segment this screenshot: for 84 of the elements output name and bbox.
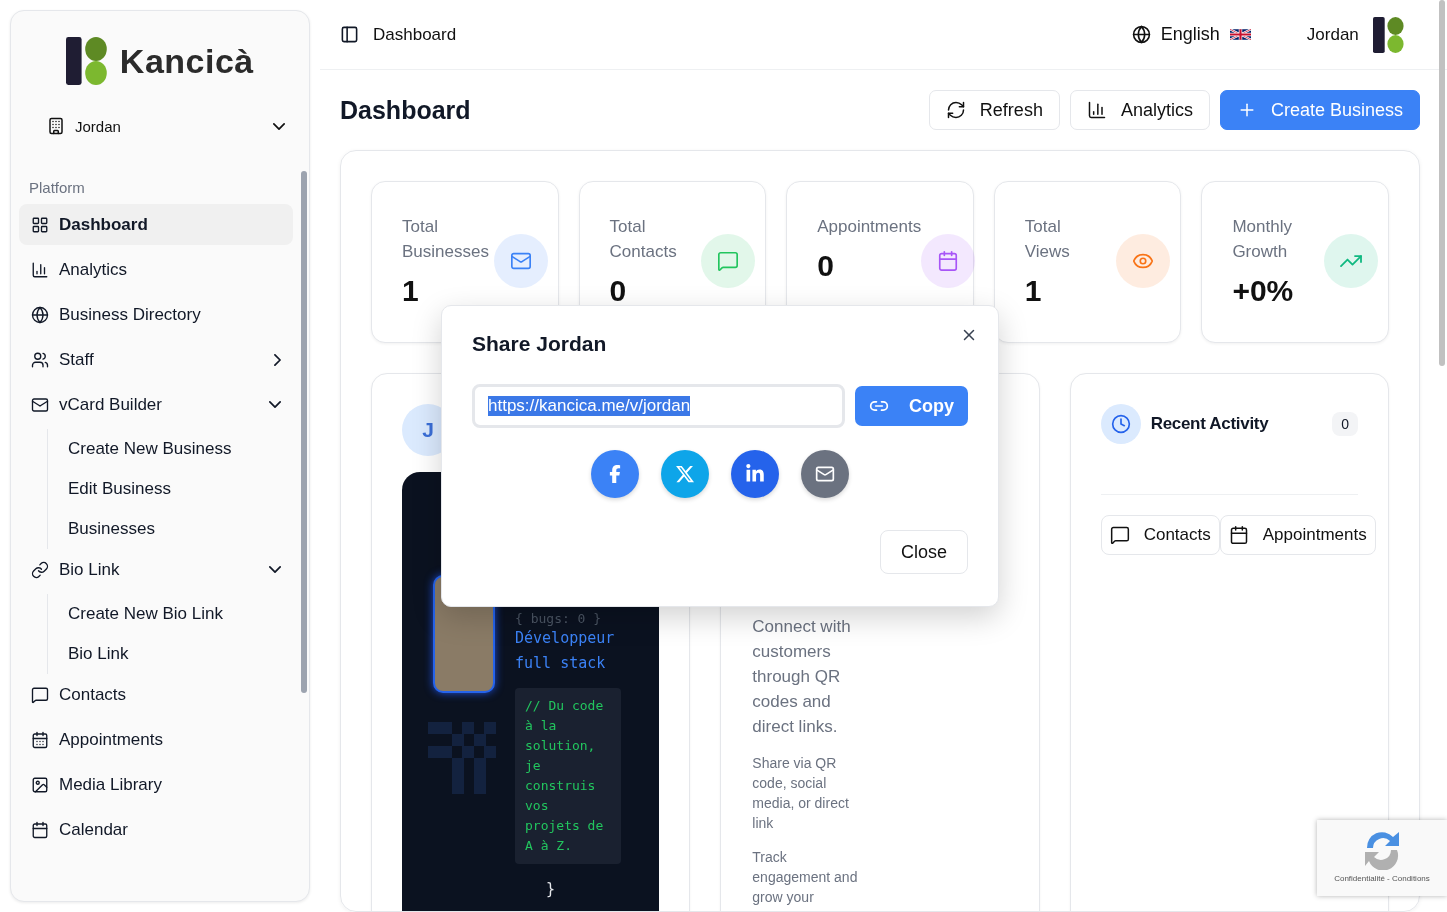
share-button[interactable]: [661, 450, 709, 498]
description-text: Connect with customers through QR codes and direct links.: [752, 616, 852, 738]
scrollbar[interactable]: [301, 171, 307, 693]
user-name[interactable]: Jordan: [1306, 24, 1359, 45]
stat-value: +0%: [1232, 274, 1294, 308]
nav-item[interactable]: Media Library: [19, 764, 293, 805]
clock-icon: [1110, 414, 1131, 434]
action-button[interactable]: Analytics: [1069, 90, 1210, 130]
copy-button[interactable]: Copy: [855, 386, 968, 426]
breadcrumb: Dashboard: [373, 24, 457, 45]
refresh-icon: [945, 100, 966, 120]
link-icon: [31, 560, 49, 579]
bar-chart-icon: [1086, 100, 1107, 120]
calendar-icon: [31, 820, 49, 839]
globe-icon: [31, 305, 49, 324]
stat-value: 0: [609, 274, 628, 308]
chevron-down-icon: [269, 566, 281, 573]
stat-value: 0: [817, 249, 835, 283]
card-title: Recent Activity: [1150, 414, 1270, 434]
page-title: Dashboard: [340, 95, 472, 125]
calendar-icon: [31, 730, 49, 749]
filter-button[interactable]: Appointments: [1219, 515, 1376, 555]
pixel-pattern-drawing: [428, 722, 496, 794]
flag-icon: [1229, 27, 1251, 42]
nav-subitem[interactable]: Create New Bio Link: [60, 594, 293, 634]
chevron-down-icon: [269, 401, 281, 408]
image-icon: [31, 775, 49, 794]
mail-icon: [31, 395, 49, 414]
closing-brace: }: [546, 880, 557, 898]
action-button[interactable]: Refresh: [928, 90, 1060, 130]
nav-subitem[interactable]: Bio Link: [60, 634, 293, 674]
nav-item[interactable]: Business Directory: [19, 294, 293, 335]
code-comment: // Du code à la solution, je construis vos projets de A à Z.: [515, 688, 621, 864]
share-button[interactable]: [591, 450, 639, 498]
mail-icon: [815, 464, 835, 484]
filter-button[interactable]: Contacts: [1100, 515, 1220, 555]
calendar-icon: [1228, 525, 1249, 545]
feature-text: Track engagement and grow your: [752, 848, 859, 907]
nav-item[interactable]: Analytics: [19, 249, 293, 290]
job-title: Développeur full stack: [515, 628, 616, 674]
url-field[interactable]: https://kancica.me/v/jordan: [472, 384, 845, 428]
globe-icon: [1131, 25, 1151, 44]
language-selector[interactable]: English: [1125, 23, 1257, 46]
stat-label: Appointments: [817, 216, 922, 238]
building-icon: [47, 117, 65, 135]
bar-chart-icon: [31, 260, 49, 279]
stat-label: Total Views: [1024, 216, 1070, 263]
nav-item[interactable]: Contacts: [19, 674, 293, 715]
nav-item[interactable]: vCard Builder: [19, 384, 293, 425]
chevron-right-icon: [274, 353, 281, 366]
code-tagline: { bugs: 0 }: [515, 611, 603, 626]
nav-item[interactable]: Dashboard: [19, 204, 293, 245]
nav-subitem[interactable]: Businesses: [60, 509, 293, 549]
chat-bubble-icon: [1109, 525, 1130, 545]
feature-text: Share via QR code, social media, or direct link: [752, 754, 850, 833]
share-button[interactable]: [801, 450, 849, 498]
recaptcha-links[interactable]: Confidentialité - Conditions: [1334, 874, 1430, 883]
stat-label: Monthly Growth: [1232, 216, 1292, 263]
sidebar-toggle-icon[interactable]: [340, 25, 359, 44]
nav-subitem[interactable]: Edit Business: [60, 469, 293, 509]
chevron-down-icon: [273, 122, 285, 130]
account-switcher[interactable]: Jordan: [47, 111, 285, 141]
grid-icon: [31, 215, 49, 234]
stat-value: 1: [1024, 274, 1043, 308]
linkedin-icon: [745, 464, 765, 484]
count-badge: 0: [1332, 412, 1358, 436]
nav-item[interactable]: Staff: [19, 339, 293, 380]
stat-label: Total Businesses: [402, 216, 489, 263]
nav-item[interactable]: Appointments: [19, 719, 293, 760]
chat-bubble-icon: [31, 685, 49, 704]
x-icon: [675, 464, 695, 484]
stat-value: 1: [402, 274, 420, 308]
scrollbar[interactable]: [1439, 0, 1445, 366]
nav-item[interactable]: Bio Link: [19, 549, 293, 590]
dialog-title: Share Jordan: [472, 332, 607, 356]
share-button[interactable]: [731, 450, 779, 498]
users-icon: [31, 350, 49, 369]
nav-item[interactable]: Calendar: [19, 809, 293, 850]
nav-subitem[interactable]: Create New Business: [60, 429, 293, 469]
stat-label: Total Contacts: [609, 216, 677, 263]
brand-name: Kancicà: [119, 41, 254, 81]
section-label: Platform: [28, 178, 86, 198]
close-button[interactable]: Close: [879, 530, 968, 574]
action-button[interactable]: Create Business: [1219, 90, 1420, 130]
